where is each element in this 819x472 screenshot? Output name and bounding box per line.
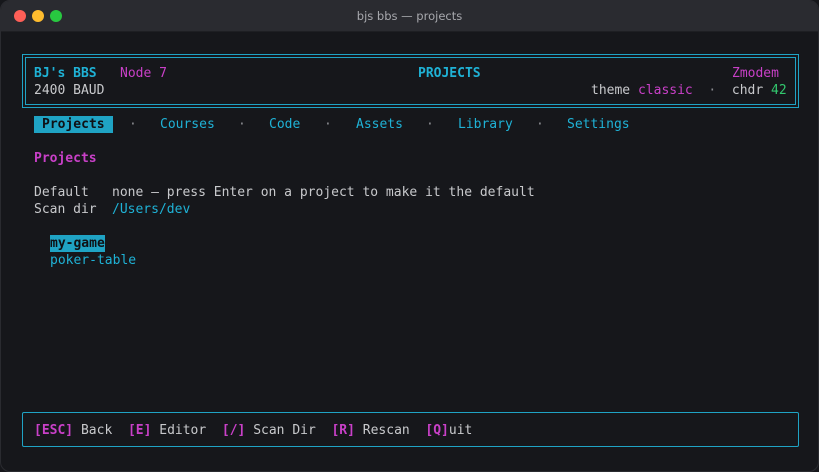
project-item-poker-table[interactable]: poker-table — [50, 252, 136, 269]
tab-separator: · — [536, 117, 544, 132]
key-esc-label: Back — [80, 423, 113, 438]
tab-courses[interactable]: Courses — [160, 116, 215, 133]
node-label: Node 7 — [120, 66, 167, 81]
project-item-my-game[interactable]: my-game — [50, 235, 105, 252]
status-separator: · — [708, 83, 717, 98]
keybinding-bar: [ESC] Back [E] Editor [/] Scan Dir [R] R… — [34, 422, 472, 439]
tab-separator: · — [238, 117, 246, 132]
tab-separator: · — [129, 117, 137, 132]
theme-status: theme classic · chdr 42 — [591, 82, 787, 99]
default-value: none — press Enter on a project to make … — [112, 185, 535, 200]
chdr-value: 42 — [771, 83, 787, 98]
page-title: PROJECTS — [418, 66, 481, 81]
title-bar: bjs bbs — projects — [1, 1, 818, 32]
key-scan-dir-label: Scan Dir — [253, 423, 316, 438]
tab-settings[interactable]: Settings — [567, 116, 630, 133]
bbs-name: BJ's BBS — [34, 66, 97, 81]
chdr-label: chdr — [731, 83, 764, 98]
key-quit[interactable]: [Q] — [425, 423, 448, 438]
key-scan-dir[interactable]: [/] — [222, 423, 245, 438]
section-heading: Projects — [34, 151, 97, 166]
terminal-content: BJ's BBS Node 7 PROJECTS Zmodem 2400 BAU… — [1, 32, 818, 471]
terminal-window: bjs bbs — projects BJ's BBS Node 7 PROJE… — [0, 0, 819, 472]
tab-bar: Projects · Courses · Code · Assets · Lib… — [1, 116, 818, 133]
key-rescan-label: Rescan — [362, 423, 410, 438]
baud-label: 2400 BAUD — [34, 83, 105, 98]
theme-value: classic — [637, 83, 693, 98]
tab-code[interactable]: Code — [269, 116, 300, 133]
tab-library[interactable]: Library — [458, 116, 513, 133]
tab-projects[interactable]: Projects — [34, 116, 113, 133]
key-esc[interactable]: [ESC] — [34, 423, 73, 438]
tab-separator: · — [426, 117, 434, 132]
protocol-label: Zmodem — [732, 66, 779, 81]
default-label: Default — [34, 185, 89, 200]
scan-dir-value[interactable]: /Users/dev — [112, 201, 190, 218]
key-rescan[interactable]: [R] — [331, 423, 354, 438]
key-editor-label: Editor — [159, 423, 207, 438]
key-editor[interactable]: [E] — [128, 423, 151, 438]
window-title: bjs bbs — projects — [356, 9, 463, 23]
tab-separator: · — [324, 117, 332, 132]
tab-assets[interactable]: Assets — [356, 116, 403, 133]
key-quit-label: uit — [448, 423, 473, 438]
theme-label: theme — [591, 83, 631, 98]
scan-dir-label: Scan dir — [34, 202, 97, 217]
